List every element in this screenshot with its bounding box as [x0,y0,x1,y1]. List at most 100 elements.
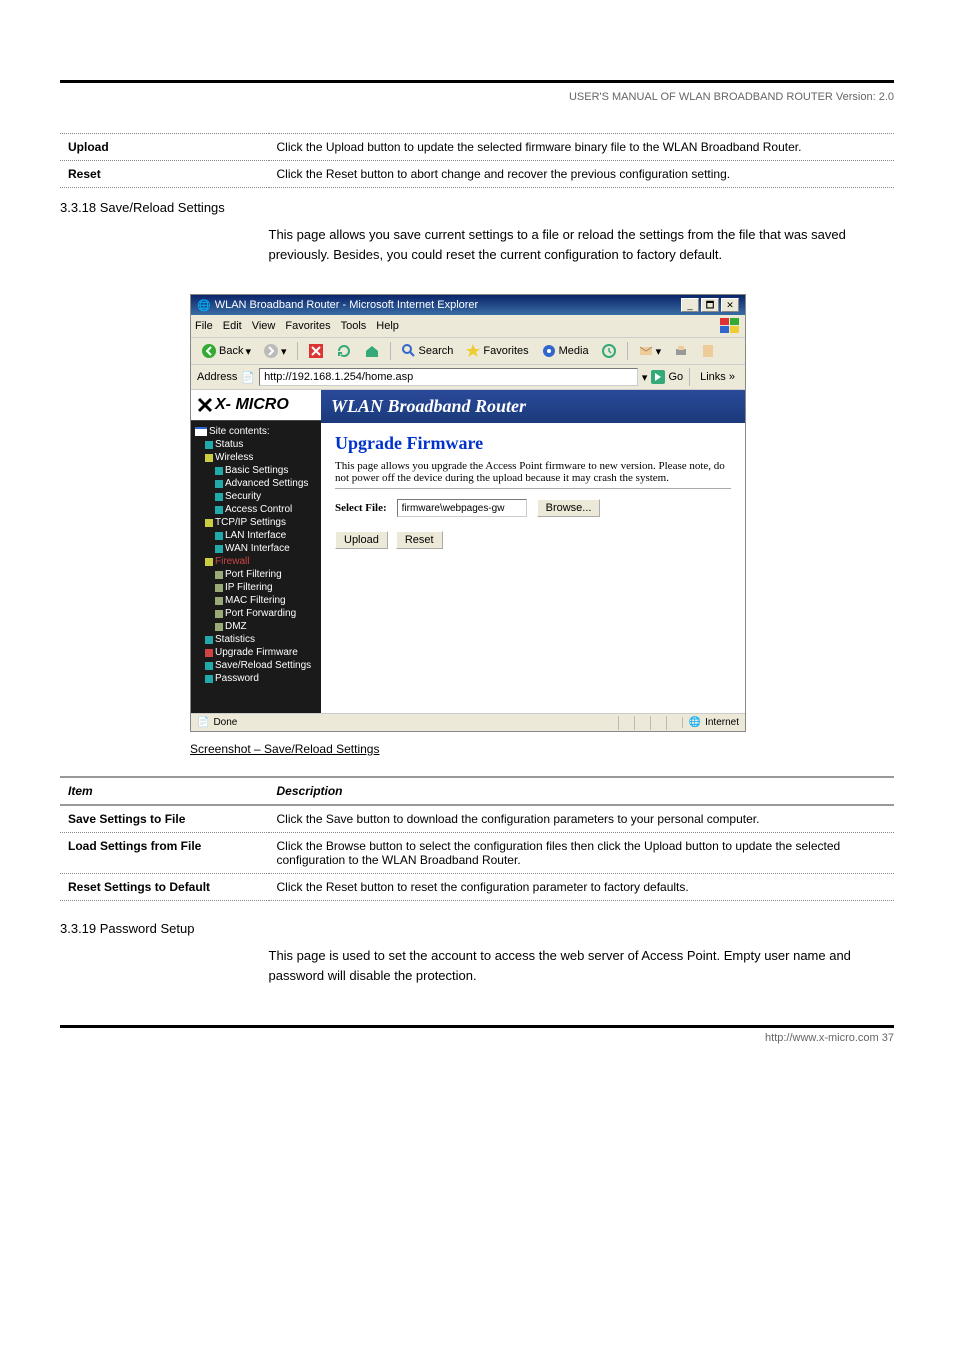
main-heading: Upgrade Firmware [335,433,731,454]
status-zone: Internet [705,717,739,728]
stop-button[interactable] [304,341,328,361]
r2-desc: Click the Browse button to select the co… [269,833,895,874]
file-input[interactable] [397,499,527,517]
intro-r1-label: Upload [60,134,269,161]
status-cell [634,716,650,730]
tree-save-reload[interactable]: Save/Reload Settings [195,659,319,672]
menu-favorites[interactable]: Favorites [285,320,330,332]
menu-help[interactable]: Help [376,320,399,332]
address-input[interactable] [259,368,638,386]
page-header: USER'S MANUAL OF WLAN BROADBAND ROUTER V… [60,91,894,103]
close-button[interactable]: ✕ [721,298,739,312]
search-button[interactable]: Search [397,341,458,361]
tree-tcpip[interactable]: TCP/IP Settings [195,516,319,529]
tree-port-forwarding[interactable]: Port Forwarding [195,607,319,620]
page-footer: http://www.x-micro.com 37 [60,1032,894,1044]
status-done: Done [213,717,237,728]
reset-button[interactable]: Reset [396,531,443,549]
tree-mac-filtering[interactable]: MAC Filtering [195,594,319,607]
tree-upgrade-firmware[interactable]: Upgrade Firmware [195,646,319,659]
maximize-button[interactable]: 🗖 [701,298,719,312]
mail-button[interactable]: ▾ [634,341,666,361]
status-cell [666,716,682,730]
address-label: Address [197,371,237,383]
separator [297,342,298,360]
ie-sidebar: X- MICRO Site contents: Status Wireless … [191,390,321,713]
select-file-label: Select File: [335,502,387,514]
upload-button[interactable]: Upload [335,531,388,549]
tree-firewall[interactable]: Firewall [195,555,319,568]
back-button[interactable]: Back ▾ [197,341,255,361]
tree-basic-settings[interactable]: Basic Settings [195,464,319,477]
tree-dmz[interactable]: DMZ [195,620,319,633]
r1-desc: Click the Save button to download the co… [269,805,895,833]
nav-tree: Site contents: Status Wireless Basic Set… [191,421,321,695]
windows-logo-icon [719,317,741,335]
menu-edit[interactable]: Edit [223,320,242,332]
separator [627,342,628,360]
ie-app-icon: 🌐 [197,299,211,312]
section2-body: This page is used to set the account to … [60,946,894,985]
section2-heading: 3.3.19 Password Setup [60,921,894,936]
description-table: Item Description Save Settings to File C… [60,776,894,901]
links-button[interactable]: Links » [696,371,739,383]
tree-wireless[interactable]: Wireless [195,451,319,464]
main-divider [335,488,731,489]
r3-desc: Click the Reset button to reset the conf… [269,874,895,901]
tree-root: Site contents: [195,425,319,438]
browse-button[interactable]: Browse... [537,499,601,517]
tree-ip-filtering[interactable]: IP Filtering [195,581,319,594]
r2-label: Load Settings from File [60,833,269,874]
r3-label: Reset Settings to Default [60,874,269,901]
refresh-button[interactable] [332,341,356,361]
intro-r2-label: Reset [60,161,269,188]
print-button[interactable] [669,341,693,361]
ie-title: WLAN Broadband Router - Microsoft Intern… [215,299,479,311]
separator [390,342,391,360]
menu-view[interactable]: View [252,320,276,332]
file-row: Select File: Browse... [335,499,731,517]
menu-file[interactable]: File [195,320,213,332]
go-button[interactable]: Go [651,370,683,384]
form-buttons: Upload Reset [335,531,731,549]
ie-menubar: File Edit View Favorites Tools Help [191,315,745,338]
forward-button[interactable]: ▾ [259,341,291,361]
tree-wan[interactable]: WAN Interface [195,542,319,555]
tree-security[interactable]: Security [195,490,319,503]
screenshot-caption: Screenshot – Save/Reload Settings [60,742,894,756]
home-button[interactable] [360,341,384,361]
header-band: WLAN Broadband Router [321,390,745,423]
media-button[interactable]: Media [537,341,593,361]
ie-content: X- MICRO Site contents: Status Wireless … [191,390,745,713]
intro-table: Upload Click the Upload button to update… [60,133,894,188]
main-desc: This page allows you upgrade the Access … [335,460,731,484]
edit-button[interactable] [697,341,721,361]
logo: X- MICRO [191,390,321,421]
separator [689,368,690,386]
footer-rule [60,1025,894,1028]
status-cell [618,716,634,730]
col-item: Item [60,777,269,805]
intro-r2-desc: Click the Reset button to abort change a… [269,161,895,188]
ie-main: Upgrade Firmware This page allows you up… [321,423,745,713]
favorites-button[interactable]: Favorites [461,341,532,361]
internet-zone-icon: 🌐 [689,717,701,728]
tree-advanced-settings[interactable]: Advanced Settings [195,477,319,490]
menu-tools[interactable]: Tools [341,320,367,332]
tree-lan[interactable]: LAN Interface [195,529,319,542]
col-desc: Description [269,777,895,805]
ie-addressbar: Address 📄 ▾ Go Links » [191,365,745,390]
history-button[interactable] [597,341,621,361]
address-dropdown[interactable]: ▾ [642,371,648,384]
ie-statusbar: 📄 Done 🌐 Internet [191,713,745,731]
tree-port-filtering[interactable]: Port Filtering [195,568,319,581]
section-body: This page allows you save current settin… [60,225,894,264]
ie-titlebar: 🌐 WLAN Broadband Router - Microsoft Inte… [191,295,745,315]
minimize-button[interactable]: _ [681,298,699,312]
tree-password[interactable]: Password [195,672,319,685]
tree-access-control[interactable]: Access Control [195,503,319,516]
intro-r1-desc: Click the Upload button to update the se… [269,134,895,161]
ie-window: 🌐 WLAN Broadband Router - Microsoft Inte… [190,294,746,732]
tree-status[interactable]: Status [195,438,319,451]
tree-statistics[interactable]: Statistics [195,633,319,646]
